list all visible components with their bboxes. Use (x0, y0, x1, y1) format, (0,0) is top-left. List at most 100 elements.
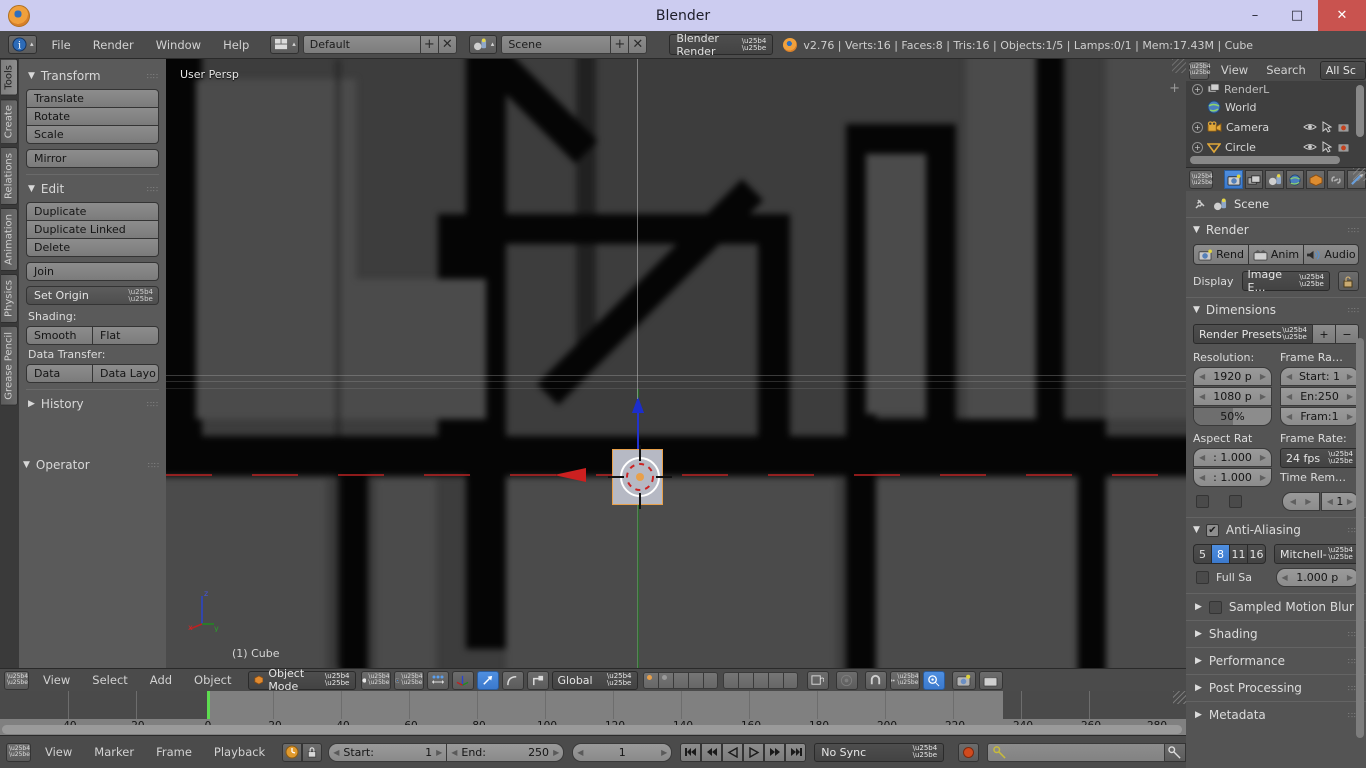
render-restrict-icon[interactable] (1337, 121, 1350, 133)
render-engine-select[interactable]: Blender Render \u25b4\u25be (669, 34, 773, 55)
cursor-arrow-icon[interactable] (1322, 121, 1332, 133)
editor-type-button[interactable]: \u25b4\u25be (4, 671, 29, 690)
menu-search[interactable]: Search (1257, 61, 1315, 80)
menu-add[interactable]: Add (139, 671, 183, 690)
chevron-right-icon[interactable]: ▶ (1305, 497, 1311, 506)
layer-cell[interactable] (643, 672, 658, 689)
end-frame-field[interactable]: ◀ End: 250 ▶ (446, 743, 564, 762)
viewport-resize-grip[interactable] (1172, 59, 1186, 73)
menu-view[interactable]: View (32, 671, 81, 690)
shade-flat-button[interactable]: Flat (92, 326, 159, 345)
duplicate-button[interactable]: Duplicate (26, 202, 159, 221)
toolshelf-tab-tools[interactable]: Tools (1, 59, 18, 96)
pin-icon[interactable] (1193, 197, 1207, 211)
render-section-header[interactable]: ▼ Render ∷∷ (1186, 217, 1366, 242)
screen-layout-browse-button[interactable]: ▴ (270, 35, 299, 54)
sampled-motion-blur-checkbox[interactable] (1209, 601, 1222, 614)
scene-browse-button[interactable]: ▴ (469, 35, 498, 54)
transform-orientation-select[interactable]: Global \u25b4\u25be (552, 671, 638, 690)
chevron-right-icon[interactable]: ▶ (1347, 573, 1353, 582)
layer-cell[interactable] (658, 672, 673, 689)
time-remap-new-field[interactable]: ◀ 1 ▶ (1321, 492, 1359, 511)
menu-help[interactable]: Help (212, 31, 260, 59)
scene-field[interactable]: Scene (501, 35, 611, 54)
shading-section-header[interactable]: ▶ Shading ∷∷ (1186, 620, 1366, 647)
render-audio-button[interactable]: Audio (1303, 244, 1359, 265)
layer-cell[interactable] (673, 672, 688, 689)
play-reverse-button[interactable] (722, 743, 743, 762)
expand-icon[interactable]: + (1192, 84, 1203, 95)
minimize-button[interactable]: – (1234, 0, 1276, 31)
eye-icon[interactable] (1303, 142, 1317, 152)
menu-render[interactable]: Render (82, 31, 145, 59)
shade-smooth-button[interactable]: Smooth (26, 326, 93, 345)
rotate-button[interactable]: Rotate (26, 107, 159, 126)
current-frame-field[interactable]: ◀ 1 ▶ (572, 743, 672, 762)
frame-start-field[interactable]: ◀ Start: 1 ▶ (1280, 367, 1359, 386)
menu-view[interactable]: View (1212, 61, 1257, 80)
toolshelf-tab-create[interactable]: Create (1, 99, 18, 144)
jump-to-start-button[interactable] (680, 743, 701, 762)
crop-checkbox[interactable] (1229, 495, 1242, 508)
menu-object[interactable]: Object (183, 671, 242, 690)
viewport-shading-select[interactable]: \u25b4\u25be (361, 671, 391, 690)
duplicate-linked-button[interactable]: Duplicate Linked (26, 220, 159, 239)
interaction-mode-select[interactable]: Object Mode \u25b4\u25be (248, 671, 356, 690)
delete-button[interactable]: Delete (26, 238, 159, 257)
chevron-left-icon[interactable]: ◀ (1199, 372, 1205, 381)
sync-mode-select[interactable]: No Sync \u25b4\u25be (814, 743, 944, 762)
border-checkbox[interactable] (1196, 495, 1209, 508)
render-animation-button[interactable]: Anim (1248, 244, 1304, 265)
outliner-row-renderlayers[interactable]: + RenderL (1186, 81, 1366, 97)
editor-type-button[interactable]: i ▴ (8, 35, 37, 54)
layer-group-2[interactable] (723, 672, 798, 689)
chevron-right-icon[interactable]: ▶ (1260, 392, 1266, 401)
translate-button[interactable]: Translate (26, 89, 159, 108)
lock-object-modes-button[interactable] (807, 671, 829, 690)
3d-viewport[interactable]: User Persp (1) Cube + z y x (166, 59, 1186, 668)
data-transfer-button[interactable]: Data (26, 364, 93, 383)
chevron-left-icon[interactable]: ◀ (1199, 473, 1205, 482)
join-button[interactable]: Join (26, 262, 159, 281)
properties-tab-render[interactable] (1224, 170, 1243, 189)
scale-manipulator-button[interactable] (502, 671, 524, 690)
properties-tab-constraints[interactable] (1327, 170, 1346, 189)
layer-group-1[interactable] (643, 672, 718, 689)
chevron-left-icon[interactable]: ◀ (1327, 497, 1333, 506)
render-opengl-image-button[interactable] (952, 671, 976, 690)
add-screen-layout-button[interactable]: + (421, 35, 439, 54)
chevron-left-icon[interactable]: ◀ (577, 748, 583, 757)
menu-window[interactable]: Window (145, 31, 212, 59)
resolution-y-field[interactable]: ◀ 1080 p ▶ (1193, 387, 1272, 406)
aa-filter-select[interactable]: Mitchell- \u25b4\u25be (1274, 544, 1359, 564)
layer-cell[interactable] (753, 672, 768, 689)
chevron-left-icon[interactable]: ◀ (1286, 412, 1292, 421)
display-mode-select[interactable]: Image E… \u25b4\u25be (1242, 271, 1330, 291)
layer-cell[interactable] (723, 672, 738, 689)
properties-tab-world[interactable] (1286, 170, 1305, 189)
eye-icon[interactable] (1303, 122, 1317, 132)
chevron-right-icon[interactable]: ▶ (1347, 497, 1353, 506)
set-origin-dropdown[interactable]: Set Origin \u25b4\u25be (26, 286, 159, 305)
chevron-right-icon[interactable]: ▶ (1347, 372, 1353, 381)
record-button[interactable] (958, 743, 979, 762)
chevron-right-icon[interactable]: ▶ (661, 748, 667, 757)
pivot-point-select[interactable]: \u25b4\u25be (394, 671, 424, 690)
frame-step-field[interactable]: ◀ Fram:1 ▶ (1280, 407, 1359, 426)
frame-rate-select[interactable]: 24 fps \u25b4\u25be (1280, 448, 1359, 468)
outliner-hscrollbar[interactable] (1190, 156, 1340, 164)
timeline-resize-grip[interactable] (1173, 691, 1186, 704)
previous-keyframe-button[interactable] (701, 743, 722, 762)
chevron-left-icon[interactable]: ◀ (1282, 573, 1288, 582)
aspect-y-field[interactable]: ◀ : 1.000 ▶ (1193, 468, 1272, 487)
manipulator-extra-button[interactable] (527, 671, 549, 690)
metadata-section-header[interactable]: ▶ Metadata ∷∷ (1186, 701, 1366, 728)
data-layout-transfer-button[interactable]: Data Layo (92, 364, 159, 383)
delete-scene-button[interactable]: ✕ (629, 35, 647, 54)
render-presets-select[interactable]: Render Presets \u25b4\u25be (1193, 324, 1313, 344)
performance-section-header[interactable]: ▶ Performance ∷∷ (1186, 647, 1366, 674)
chevron-left-icon[interactable]: ◀ (1286, 392, 1292, 401)
time-remap-old-field[interactable]: ◀ ▶ (1282, 492, 1320, 511)
render-restrict-icon[interactable] (1337, 141, 1350, 153)
chevron-left-icon[interactable]: ◀ (451, 748, 457, 757)
